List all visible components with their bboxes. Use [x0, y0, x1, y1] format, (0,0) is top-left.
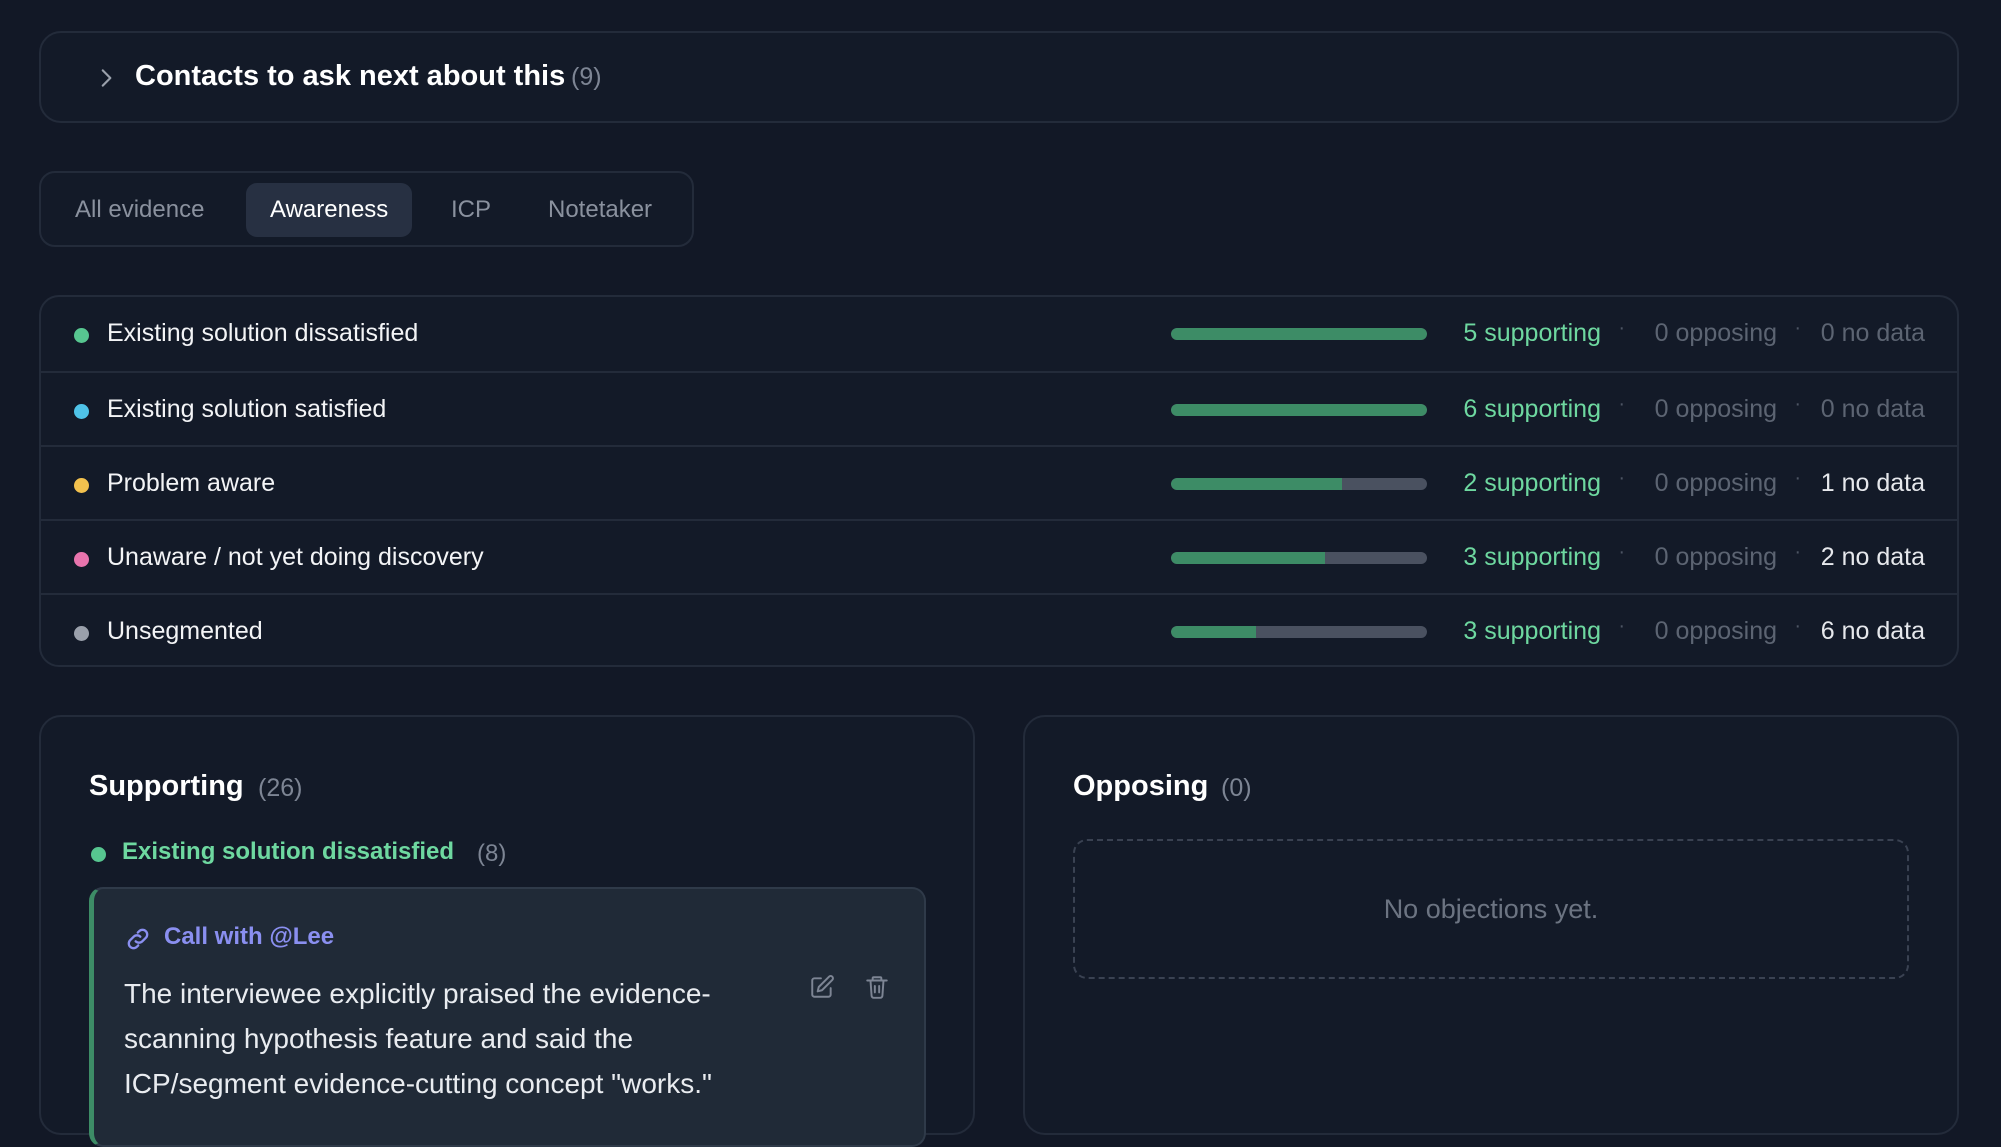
tab-notetaker[interactable]: Notetaker — [524, 183, 676, 237]
separator: · — [1618, 317, 1625, 339]
contacts-count: (9) — [571, 63, 602, 91]
tab-all-evidence[interactable]: All evidence — [51, 183, 228, 237]
segment-progress-bar — [1171, 404, 1427, 416]
segment-name: Problem aware — [107, 469, 276, 497]
no-data-count: 2 no data — [1820, 543, 1925, 571]
segment-breakdown: Existing solution dissatisfied 5 support… — [39, 295, 1959, 667]
separator: · — [1618, 541, 1625, 563]
segment-row[interactable]: Unsegmented 3 supporting · 0 opposing · … — [41, 593, 1957, 667]
separator: · — [1618, 393, 1625, 415]
separator: · — [1618, 615, 1625, 637]
evidence-source-link[interactable]: Call with @Lee — [164, 923, 334, 951]
evidence-quote: The interviewee explicitly praised the e… — [124, 978, 712, 1099]
opposing-count: 0 opposing — [1654, 617, 1777, 645]
separator: · — [1794, 541, 1801, 563]
supporting-count: 5 supporting — [1463, 319, 1601, 347]
no-data-count: 6 no data — [1820, 617, 1925, 645]
segment-row[interactable]: Problem aware 2 supporting · 0 opposing … — [41, 445, 1957, 519]
segment-dot — [74, 552, 89, 567]
evidence-tabs: All evidence Awareness ICP Notetaker — [39, 171, 694, 247]
opposing-panel: Opposing (0) No objections yet. — [1023, 715, 1959, 1135]
link-icon — [127, 928, 149, 950]
segment-progress-fill — [1171, 478, 1342, 490]
edit-icon[interactable] — [809, 974, 835, 1000]
segment-progress-fill — [1171, 626, 1257, 638]
segment-progress-bar — [1171, 478, 1427, 490]
segment-name: Unaware / not yet doing discovery — [107, 543, 484, 571]
opposing-count: (0) — [1221, 774, 1252, 802]
no-data-count: 1 no data — [1820, 469, 1925, 497]
segment-row[interactable]: Existing solution satisfied 6 supporting… — [41, 371, 1957, 445]
separator: · — [1794, 467, 1801, 489]
opposing-count: 0 opposing — [1654, 543, 1777, 571]
opposing-count: 0 opposing — [1654, 395, 1777, 423]
segment-name: Existing solution satisfied — [107, 395, 387, 423]
empty-state: No objections yet. — [1073, 839, 1909, 979]
no-data-count: 0 no data — [1820, 319, 1925, 347]
evidence-group-count: (8) — [477, 840, 507, 867]
segment-progress-fill — [1171, 552, 1325, 564]
segment-row[interactable]: Existing solution dissatisfied 5 support… — [41, 297, 1957, 371]
segment-dot — [74, 404, 89, 419]
trash-icon[interactable] — [864, 974, 890, 1000]
chevron-right-icon[interactable] — [93, 65, 119, 91]
opposing-count: 0 opposing — [1654, 319, 1777, 347]
segment-name: Unsegmented — [107, 617, 263, 645]
evidence-card[interactable]: Call with @Lee The interviewee explicitl… — [89, 887, 926, 1147]
segment-dot — [91, 847, 106, 862]
segment-dot — [74, 328, 89, 343]
segment-progress-bar — [1171, 328, 1427, 340]
segment-progress-bar — [1171, 626, 1427, 638]
supporting-count: (26) — [258, 774, 303, 802]
segment-dot — [74, 626, 89, 641]
opposing-count: 0 opposing — [1654, 469, 1777, 497]
segment-dot — [74, 478, 89, 493]
segment-progress-bar — [1171, 552, 1427, 564]
opposing-title: Opposing — [1073, 770, 1209, 802]
tab-icp[interactable]: ICP — [427, 183, 515, 237]
segment-progress-fill — [1171, 328, 1427, 340]
supporting-title: Supporting — [89, 770, 244, 802]
contacts-title[interactable]: Contacts to ask next about this — [135, 60, 565, 93]
separator: · — [1794, 393, 1801, 415]
supporting-count: 3 supporting — [1463, 543, 1601, 571]
separator: · — [1794, 317, 1801, 339]
separator: · — [1618, 467, 1625, 489]
supporting-count: 3 supporting — [1463, 617, 1601, 645]
evidence-group-label[interactable]: Existing solution dissatisfied — [122, 838, 454, 866]
segment-progress-fill — [1171, 404, 1427, 416]
supporting-panel: Supporting (26) Existing solution dissat… — [39, 715, 975, 1147]
tab-awareness[interactable]: Awareness — [246, 183, 413, 237]
supporting-count: 2 supporting — [1463, 469, 1601, 497]
segment-name: Existing solution dissatisfied — [107, 319, 419, 347]
separator: · — [1794, 615, 1801, 637]
supporting-count: 6 supporting — [1463, 395, 1601, 423]
no-data-count: 0 no data — [1820, 395, 1925, 423]
contacts-to-ask-section[interactable]: Contacts to ask next about this (9) — [39, 31, 1959, 123]
segment-row[interactable]: Unaware / not yet doing discovery 3 supp… — [41, 519, 1957, 593]
